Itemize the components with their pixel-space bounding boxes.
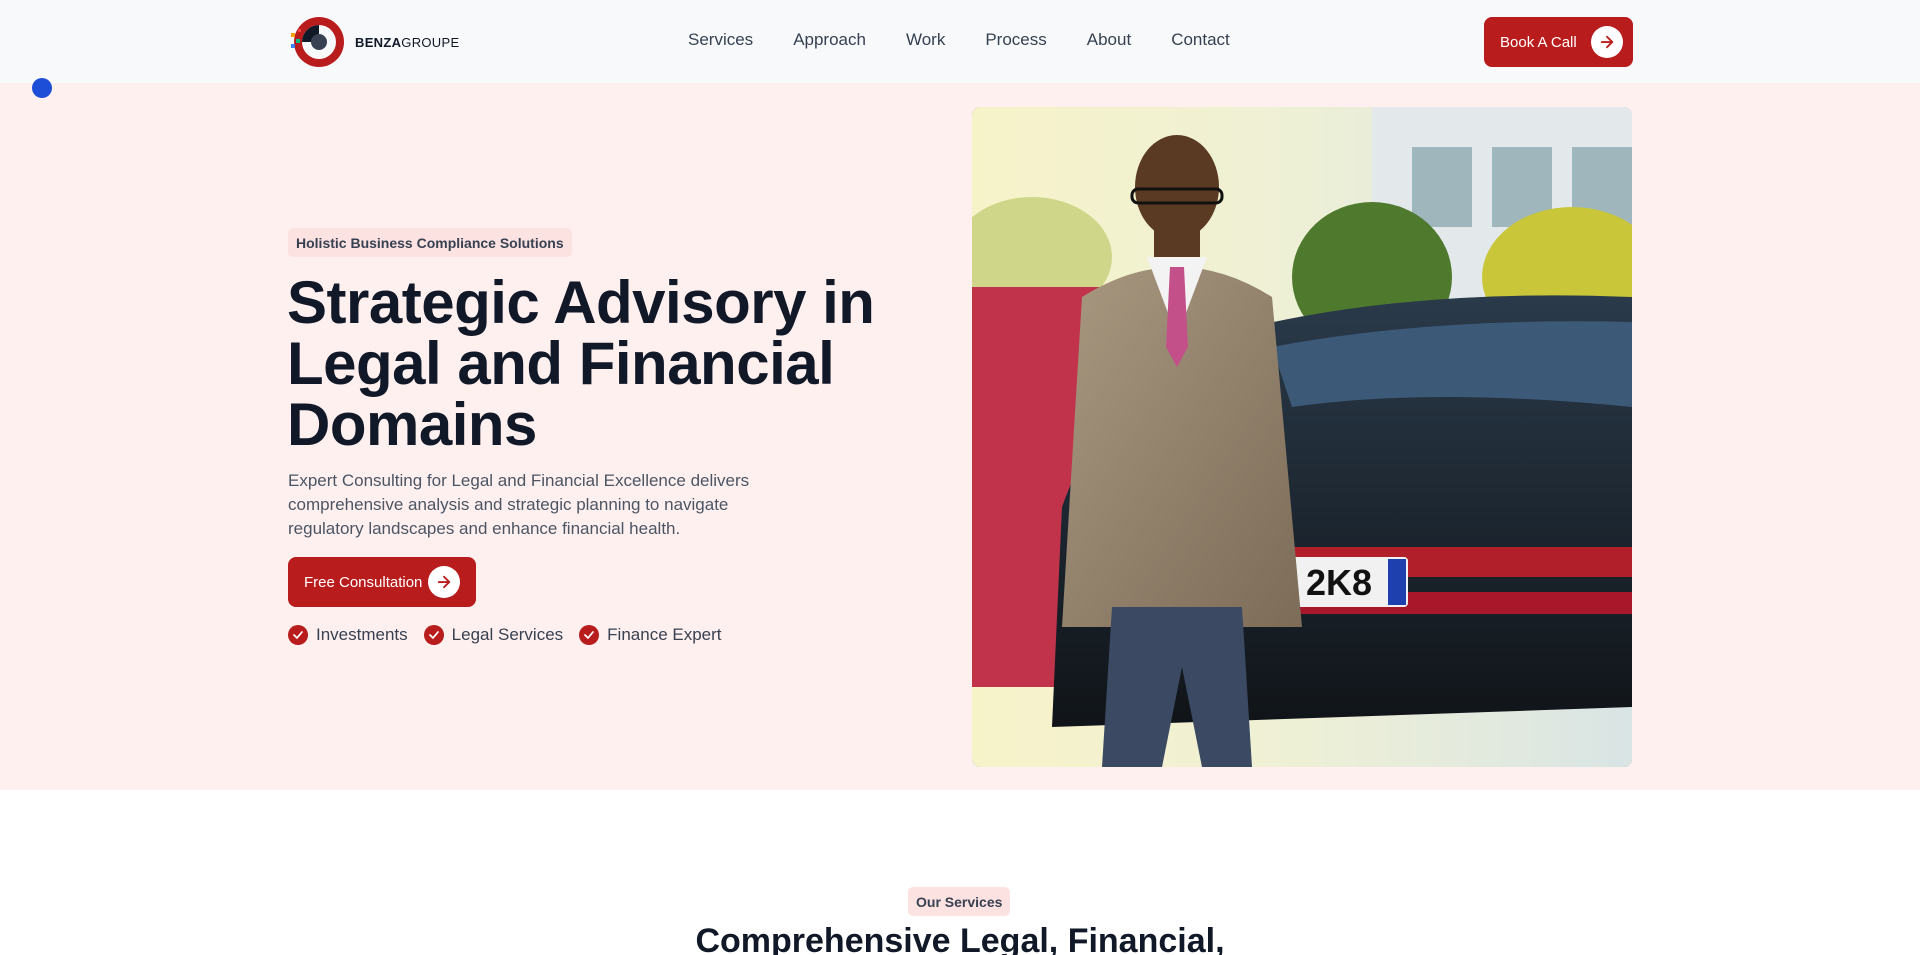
services-badge: Our Services [908, 887, 1011, 916]
services-title: Comprehensive Legal, Financial, [695, 922, 1225, 955]
brand-wordmark: BENZAGROUPE [355, 34, 460, 50]
check-circle-icon [288, 625, 308, 645]
hero-subtitle: Expert Consulting for Legal and Financia… [288, 471, 750, 538]
feature-label: Legal Services [451, 625, 564, 644]
site-header: BENZAGROUPE Services Approach Work Proce… [0, 0, 1920, 83]
hero-title: Strategic Advisory in Legal and Financia… [287, 269, 875, 458]
brand-logo-mark [291, 17, 344, 67]
feature-label: Investments [316, 625, 408, 644]
arrow-right-icon [428, 566, 460, 598]
hero-badge: Holistic Business Compliance Solutions [288, 228, 572, 257]
brand-logo[interactable]: BENZAGROUPE [287, 15, 459, 69]
feature-item: Finance Expert [579, 625, 722, 645]
feature-label: Finance Expert [607, 625, 722, 644]
nav-item-work[interactable]: Work [906, 30, 945, 50]
hero-feature-list: Investments Legal Services Finance Exper… [288, 625, 722, 645]
free-consultation-button[interactable]: Free Consultation [288, 557, 476, 607]
hero-photo: 2K8 [972, 107, 1632, 767]
free-consultation-label: Free Consultation [304, 573, 423, 591]
license-plate-text: 2K8 [1306, 562, 1372, 603]
book-a-call-button[interactable]: Book A Call [1484, 17, 1633, 67]
feature-item: Investments [288, 625, 408, 645]
hero-photo-illustration: 2K8 [972, 107, 1632, 767]
arrow-right-icon [1591, 26, 1623, 58]
main-nav: Services Approach Work Process About Con… [688, 30, 1230, 50]
nav-item-process[interactable]: Process [985, 30, 1046, 50]
nav-item-approach[interactable]: Approach [793, 30, 866, 50]
nav-item-about[interactable]: About [1087, 30, 1131, 50]
check-circle-icon [423, 625, 444, 645]
feature-item: Legal Services [423, 625, 564, 645]
nav-item-contact[interactable]: Contact [1171, 30, 1230, 50]
nav-item-services[interactable]: Services [688, 30, 753, 50]
book-a-call-label: Book A Call [1500, 33, 1577, 51]
check-circle-icon [579, 625, 600, 645]
cursor-indicator [32, 78, 52, 98]
